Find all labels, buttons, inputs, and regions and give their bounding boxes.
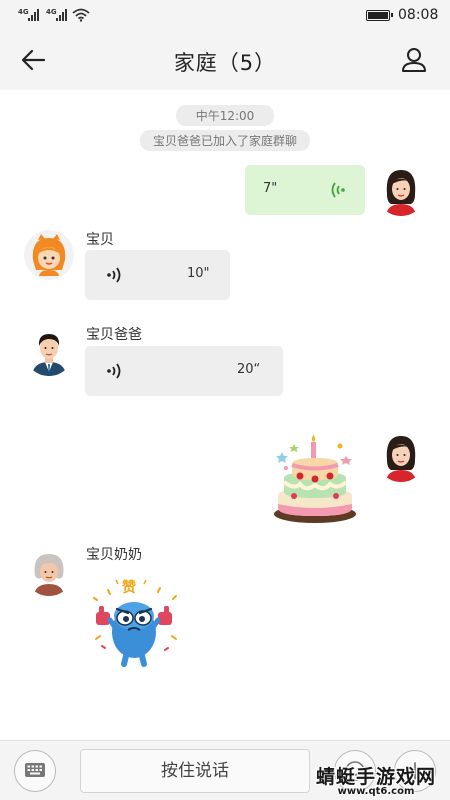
watermark-url: www.qt6.com	[337, 786, 415, 797]
thumbs-up-monster-icon: 赞	[93, 579, 177, 667]
sender-name: 宝贝爸爸	[86, 327, 142, 343]
birthday-cake-icon	[274, 435, 356, 523]
page-title: 家庭（5）	[173, 51, 277, 75]
voice-wave-icon	[331, 182, 345, 198]
group-info-button[interactable]	[398, 44, 430, 76]
chat-header: 家庭（5）	[0, 30, 450, 90]
woman-avatar-icon	[376, 166, 426, 216]
child-avatar-icon	[24, 230, 74, 280]
avatar-baobei-baba[interactable]	[24, 326, 74, 376]
wifi-icon	[72, 8, 90, 22]
signal-icon	[28, 9, 39, 21]
chat-area[interactable]: 中午12:00 宝贝爸爸已加入了家庭群聊 7" 宝贝 10" 宝贝爸爸 20“ …	[0, 90, 450, 740]
woman-avatar-icon	[376, 432, 426, 482]
site-watermark: 蜻蜓手游戏网 www.qt6.com	[306, 762, 446, 798]
system-notice: 宝贝爸爸已加入了家庭群聊	[140, 130, 310, 151]
voice-duration: 10"	[187, 266, 210, 281]
watermark-title: 蜻蜓手游戏网	[315, 766, 436, 788]
person-icon	[402, 48, 426, 72]
status-bar: 4G 4G 08:08	[0, 0, 450, 30]
sender-name: 宝贝	[86, 232, 114, 248]
hold-to-talk-button[interactable]: 按住说话	[80, 749, 310, 793]
sticker-message[interactable]: 赞	[88, 576, 184, 668]
avatar-baobei[interactable]	[24, 230, 74, 280]
man-avatar-icon	[24, 326, 74, 376]
battery-icon	[366, 10, 393, 21]
sticker-caption: 赞	[121, 579, 136, 596]
keyboard-toggle-button[interactable]	[14, 750, 56, 792]
time-divider: 中午12:00	[176, 105, 274, 126]
incoming-voice-message[interactable]: 10"	[85, 250, 230, 300]
voice-duration: 7"	[263, 181, 278, 196]
outgoing-voice-message[interactable]: 7"	[245, 165, 365, 215]
grandma-avatar-icon	[24, 546, 74, 596]
sender-name: 宝贝奶奶	[86, 547, 142, 563]
clock: 08:08	[398, 7, 439, 23]
incoming-voice-message[interactable]: 20“	[85, 346, 283, 396]
voice-wave-icon	[107, 363, 121, 379]
voice-wave-icon	[107, 267, 121, 283]
voice-duration: 20“	[237, 362, 261, 377]
avatar-baobei-nainai[interactable]	[24, 546, 74, 596]
my-avatar[interactable]	[376, 166, 426, 216]
keyboard-icon	[25, 763, 45, 777]
signal-icon-2	[56, 9, 67, 21]
battery-fill	[368, 12, 388, 19]
my-avatar[interactable]	[376, 432, 426, 482]
sticker-message[interactable]	[270, 434, 358, 526]
